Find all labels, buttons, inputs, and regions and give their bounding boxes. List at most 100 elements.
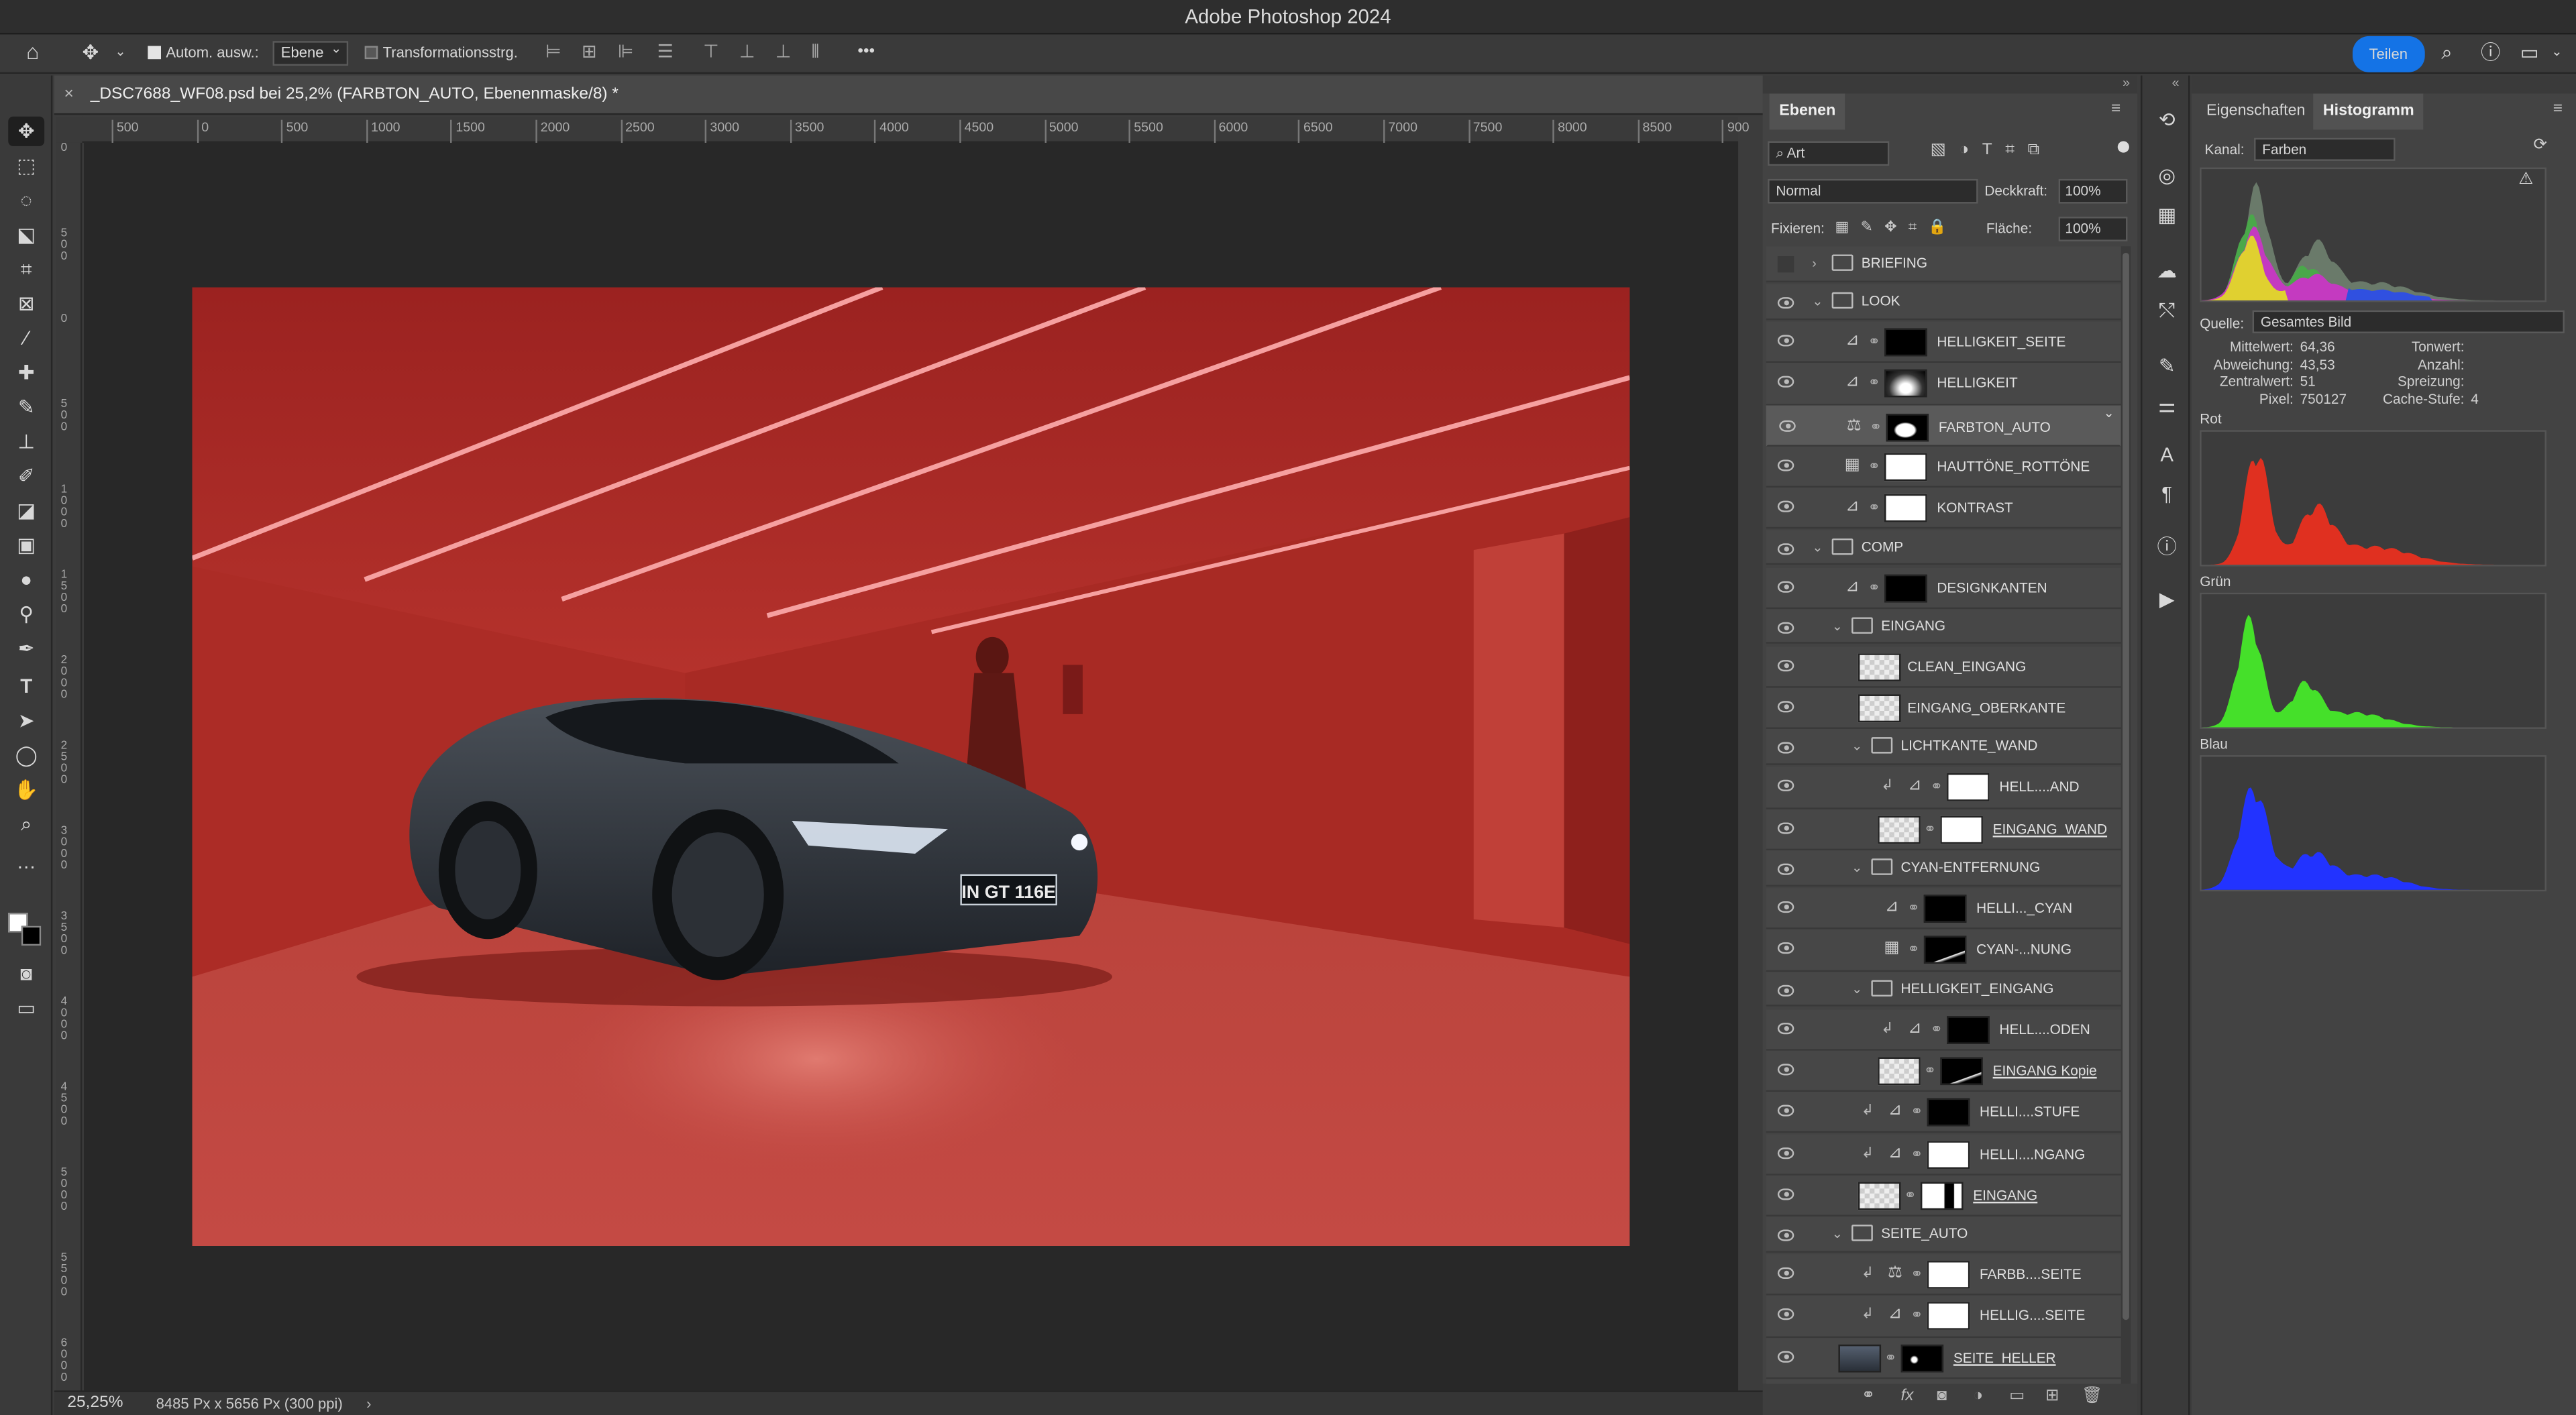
layer-mask-thumbnail[interactable]	[1940, 815, 1983, 844]
zoom-tool-icon[interactable]: ⌕	[8, 809, 44, 839]
layer-row[interactable]: › BRIEFING	[1766, 246, 2121, 282]
transform-checkbox[interactable]: Transformationsstrg.	[364, 34, 518, 70]
eye-icon[interactable]	[1777, 1267, 1794, 1280]
eye-icon[interactable]	[1777, 1350, 1794, 1363]
layer-mask-thumbnail[interactable]	[1927, 1302, 1970, 1331]
align-top-icon[interactable]: ⊤	[703, 34, 718, 70]
eye-icon[interactable]	[1777, 1309, 1794, 1321]
layer-row[interactable]: ↲ ⊿ ⚭ HELLI....NGANG	[1766, 1133, 2121, 1176]
layer-mask-thumbnail[interactable]	[1884, 573, 1927, 602]
eye-icon[interactable]	[1777, 376, 1794, 388]
eye-icon[interactable]	[1777, 1022, 1794, 1034]
layer-row[interactable]: ⊿ ⚭ DESIGNKANTEN	[1766, 567, 2121, 609]
lasso-tool-icon[interactable]: ◌	[8, 186, 44, 215]
align-center-icon[interactable]: ⊞	[582, 34, 597, 70]
eye-icon[interactable]	[1777, 984, 1794, 996]
layer-row[interactable]: ⚭ EINGANG_WAND	[1766, 809, 2121, 851]
layer-filter-dropdown[interactable]: ⌕ Art	[1768, 141, 1890, 166]
paragraph-icon[interactable]: ¶	[2149, 479, 2185, 509]
auto-select-dropdown[interactable]: Ebene	[272, 34, 349, 70]
chevron-icon[interactable]: ⌄	[1812, 529, 1823, 563]
eye-icon[interactable]	[1777, 1146, 1794, 1159]
filter-icons[interactable]: ▧◑T⌗⧉	[1931, 142, 2053, 160]
layer-mask-thumbnail[interactable]	[1947, 773, 1990, 802]
adjust-icon[interactable]: ⚌	[2149, 391, 2185, 420]
layer-row[interactable]: ⊿ ⚭ HELLIGKEIT_SEITE	[1766, 321, 2121, 363]
layer-mask-thumbnail[interactable]	[1884, 370, 1927, 398]
eye-icon[interactable]	[1777, 822, 1794, 834]
layer-row[interactable]: ↲ ⊿ ⚭ HELLI....STUFE	[1766, 1092, 2121, 1134]
marquee-tool-icon[interactable]: ⬚	[8, 151, 44, 180]
layer-mask-thumbnail[interactable]	[1923, 895, 1967, 923]
auto-select-checkbox[interactable]: Autom. ausw.:	[148, 34, 259, 70]
ellipse-tool-icon[interactable]: ◯	[8, 740, 44, 770]
trash-icon[interactable]: 🗑	[2082, 1388, 2102, 1406]
layer-row[interactable]: ↲ ⊿ ⚭ HELLIG....SEITE	[1766, 1296, 2121, 1338]
layer-row[interactable]: ⊿ ⚭ KONTRAST	[1766, 488, 2121, 530]
layer-mask-thumbnail[interactable]	[1927, 1261, 1970, 1289]
eye-icon[interactable]	[1777, 863, 1794, 875]
layers-scrollbar[interactable]	[2121, 246, 2131, 1388]
play-icon[interactable]: ▶	[2149, 584, 2185, 614]
chevron-icon[interactable]: ⌄	[1832, 1216, 1843, 1251]
layer-mask-thumbnail[interactable]	[1947, 1015, 1990, 1043]
source-dropdown[interactable]: Gesamtes Bild	[2252, 310, 2565, 333]
eye-icon[interactable]	[1777, 1105, 1794, 1117]
tab-histogram[interactable]: Histogramm	[2313, 93, 2424, 130]
layer-row[interactable]: ⌄ HELLIGKEIT_EINGANG	[1766, 971, 2121, 1007]
chevron-icon[interactable]: ⌄	[1832, 609, 1843, 643]
zoom-level[interactable]: 25,25%	[67, 1392, 123, 1415]
gradient-tool-icon[interactable]: ▣	[8, 530, 44, 560]
collapse-icon[interactable]: »	[2123, 76, 2130, 91]
eye-icon[interactable]	[1777, 942, 1794, 955]
layer-mask-thumbnail[interactable]	[1884, 453, 1927, 481]
move-tool-icon[interactable]: ✥	[82, 34, 99, 70]
chevron-down-icon[interactable]: ⌄	[2551, 34, 2562, 70]
workspace-icon[interactable]: ▭	[2520, 34, 2539, 70]
layer-row[interactable]: ⌄ LOOK	[1766, 284, 2121, 320]
opacity-field[interactable]: 100%	[2058, 178, 2128, 204]
history-icon[interactable]: ⟲	[2149, 105, 2185, 135]
chevron-icon[interactable]: ⌄	[1851, 850, 1862, 885]
link-layers-icon[interactable]: ⚭	[1862, 1388, 1876, 1406]
layer-row[interactable]: ⌄ COMP	[1766, 529, 2121, 565]
eyedropper-tool-icon[interactable]: ⁄	[8, 323, 44, 353]
layer-row[interactable]: ↲ ⊿ ⚭ HELL....AND	[1766, 767, 2121, 809]
visibility-toggle[interactable]	[1777, 256, 1794, 273]
share-button[interactable]: Teilen	[2352, 36, 2424, 72]
tab-layers[interactable]: Ebenen	[1769, 93, 1845, 130]
libraries-icon[interactable]: ☁	[2149, 256, 2185, 286]
paths-icon[interactable]: ⤲	[2149, 296, 2185, 325]
eye-icon[interactable]	[1777, 1064, 1794, 1076]
object-select-tool-icon[interactable]: ⬕	[8, 220, 44, 249]
panel-menu-icon[interactable]: ≡	[2553, 100, 2563, 118]
eye-icon[interactable]	[1777, 622, 1794, 634]
type-tool-icon[interactable]: T	[8, 671, 44, 701]
swatches-icon[interactable]: ▦	[2149, 201, 2185, 230]
layer-mask-thumbnail[interactable]	[1923, 936, 1967, 964]
layer-mask-thumbnail[interactable]	[1927, 1140, 1970, 1168]
help-icon[interactable]: ⓘ	[2481, 34, 2500, 70]
search-icon[interactable]: ⌕	[2441, 34, 2452, 70]
layer-row[interactable]: ⌄ CYAN-ENTFERNUNG	[1766, 850, 2121, 886]
more-options-button[interactable]: •••	[857, 34, 875, 70]
eye-icon[interactable]	[1777, 742, 1794, 754]
layer-mask-thumbnail[interactable]	[1900, 1344, 1944, 1372]
layer-mask-thumbnail[interactable]	[1884, 494, 1927, 522]
eye-icon[interactable]	[1777, 501, 1794, 513]
background-color-swatch[interactable]	[21, 925, 42, 946]
new-layer-icon[interactable]: ⊞	[2045, 1388, 2059, 1406]
path-select-icon[interactable]: ➤	[8, 706, 44, 736]
layer-row[interactable]: ⚭ EINGANG	[1766, 1175, 2121, 1217]
panel-menu-icon[interactable]: ≡	[2111, 100, 2121, 118]
document-tab[interactable]: × _DSC7688_WF08.psd bei 25,2% (FARBTON_A…	[54, 75, 1763, 115]
stamp-tool-icon[interactable]: ⊥	[8, 427, 44, 456]
blur-tool-icon[interactable]: ●	[8, 565, 44, 594]
layer-row[interactable]: ↲ ⚖ ⚭ FARBB....SEITE	[1766, 1254, 2121, 1296]
eraser-tool-icon[interactable]: ◪	[8, 496, 44, 525]
layer-row[interactable]: ↲ ⊿ ⚭ HELL....ODEN	[1766, 1009, 2121, 1051]
healing-tool-icon[interactable]: ✚	[8, 358, 44, 388]
layer-mask-thumbnail[interactable]	[1884, 328, 1927, 357]
info-icon[interactable]: ⓘ	[2149, 532, 2185, 561]
layer-row[interactable]: ⚭ SEITE_HELLER	[1766, 1337, 2121, 1379]
